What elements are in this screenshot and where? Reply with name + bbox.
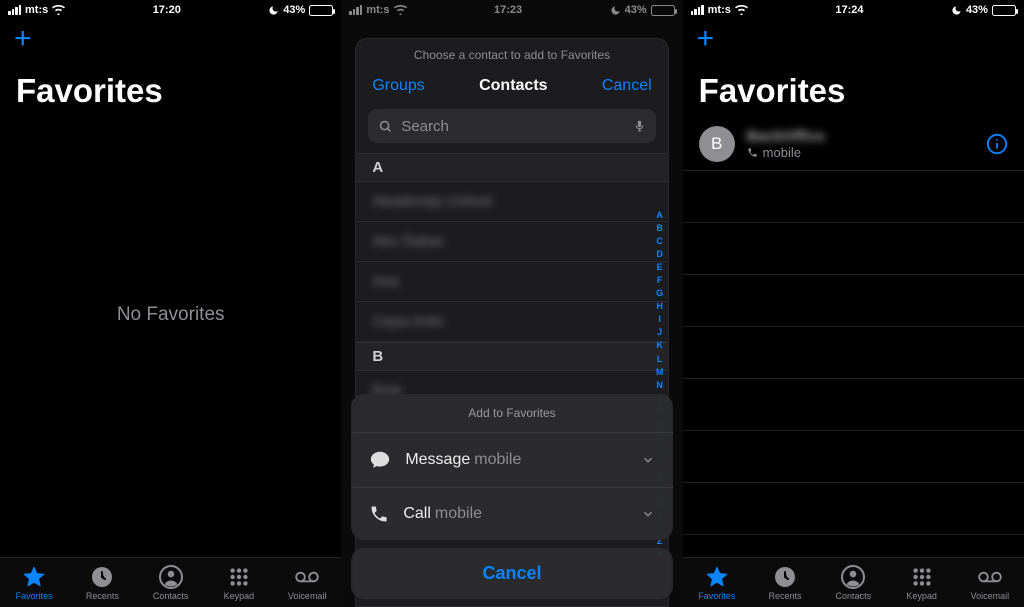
- phone-icon: [369, 504, 389, 524]
- action-sheet: Add to Favorites Messagemobile Callmobil…: [351, 394, 672, 599]
- action-message[interactable]: Messagemobile: [351, 433, 672, 488]
- signal-icon: [8, 5, 21, 15]
- tab-bar: Favorites Recents Contacts Keypad Voicem…: [0, 557, 341, 607]
- mic-icon[interactable]: [633, 117, 646, 135]
- tab-voicemail[interactable]: Voicemail: [273, 558, 341, 607]
- section-header-B: B: [356, 342, 667, 371]
- tab-label: Voicemail: [971, 591, 1010, 601]
- clock-icon: [772, 564, 798, 590]
- groups-button[interactable]: Groups: [372, 77, 424, 95]
- page-title: Favorites: [683, 58, 1024, 110]
- carrier-label: mt:s: [708, 4, 731, 16]
- avatar: B: [699, 126, 735, 162]
- tab-voicemail[interactable]: Voicemail: [956, 558, 1024, 607]
- contact-row[interactable]: Akademija Oxford: [356, 182, 667, 222]
- search-icon: [378, 119, 393, 134]
- empty-row: [683, 483, 1024, 535]
- signal-icon: [691, 5, 704, 15]
- screen-favorites-with-item: mt:s 17:24 43% + Favorites B BackOffice …: [683, 0, 1024, 607]
- tab-bar: Favorites Recents Contacts Keypad Voicem…: [683, 557, 1024, 607]
- tab-label: Contacts: [836, 591, 872, 601]
- contact-row[interactable]: Ana: [356, 262, 667, 302]
- contact-row[interactable]: Ako Šabac: [356, 222, 667, 262]
- action-label: Message: [405, 451, 470, 468]
- empty-row: [683, 431, 1024, 483]
- moon-icon: [268, 5, 279, 16]
- screen-contact-picker: mt:s 17:23 43% Choose a contact to add t…: [341, 0, 682, 607]
- action-sheet-title: Add to Favorites: [351, 394, 672, 433]
- screen-favorites-empty: mt:s 17:20 43% + Favorites No Favorites …: [0, 0, 341, 607]
- search-field[interactable]: [368, 109, 655, 143]
- tab-contacts[interactable]: Contacts: [819, 558, 887, 607]
- empty-row: [683, 327, 1024, 379]
- person-icon: [840, 564, 866, 590]
- clock-label: 17:20: [153, 4, 181, 16]
- action-sub: mobile: [435, 505, 482, 522]
- action-call[interactable]: Callmobile: [351, 488, 672, 540]
- sheet-subtitle: Choose a contact to add to Favorites: [356, 39, 667, 71]
- message-icon: [369, 449, 391, 471]
- battery-pct: 43%: [966, 4, 988, 16]
- carrier-label: mt:s: [25, 4, 48, 16]
- chevron-down-icon: [641, 453, 655, 467]
- empty-row: [683, 379, 1024, 431]
- star-icon: [21, 564, 47, 590]
- tab-label: Favorites: [698, 591, 735, 601]
- keypad-icon: [909, 564, 935, 590]
- empty-row: [683, 171, 1024, 223]
- tab-recents[interactable]: Recents: [68, 558, 136, 607]
- clock-label: 17:24: [835, 4, 863, 16]
- wifi-icon: [735, 5, 748, 15]
- keypad-icon: [226, 564, 252, 590]
- chevron-down-icon: [641, 507, 655, 521]
- status-bar: mt:s 17:24 43%: [683, 0, 1024, 20]
- moon-icon: [951, 5, 962, 16]
- wifi-icon: [52, 5, 65, 15]
- clock-icon: [89, 564, 115, 590]
- action-sub: mobile: [474, 451, 521, 468]
- page-title: Favorites: [0, 58, 341, 110]
- search-input[interactable]: [401, 118, 624, 135]
- info-button[interactable]: [986, 133, 1008, 155]
- section-header-A: A: [356, 153, 667, 182]
- tab-favorites[interactable]: Favorites: [683, 558, 751, 607]
- tab-label: Voicemail: [288, 591, 327, 601]
- action-label: Call: [403, 505, 431, 522]
- star-icon: [704, 564, 730, 590]
- voicemail-icon: [294, 564, 320, 590]
- tab-label: Favorites: [16, 591, 53, 601]
- add-favorite-button[interactable]: +: [683, 20, 729, 58]
- empty-state-text: No Favorites: [0, 304, 341, 326]
- favorite-type: mobile: [763, 145, 801, 160]
- battery-icon: [309, 5, 333, 16]
- phone-icon: [747, 147, 758, 158]
- sheet-title: Contacts: [479, 77, 547, 95]
- action-sheet-cancel[interactable]: Cancel: [351, 548, 672, 599]
- tab-recents[interactable]: Recents: [751, 558, 819, 607]
- tab-label: Keypad: [224, 591, 255, 601]
- tab-label: Keypad: [906, 591, 937, 601]
- favorite-row[interactable]: B BackOffice mobile: [683, 118, 1024, 171]
- tab-label: Recents: [769, 591, 802, 601]
- battery-pct: 43%: [283, 4, 305, 16]
- tab-label: Recents: [86, 591, 119, 601]
- voicemail-icon: [977, 564, 1003, 590]
- tab-keypad[interactable]: Keypad: [205, 558, 273, 607]
- tab-keypad[interactable]: Keypad: [887, 558, 955, 607]
- empty-row: [683, 275, 1024, 327]
- person-icon: [158, 564, 184, 590]
- empty-row: [683, 223, 1024, 275]
- contact-row[interactable]: Cepa Antic: [356, 302, 667, 342]
- tab-label: Contacts: [153, 591, 189, 601]
- status-bar: mt:s 17:20 43%: [0, 0, 341, 20]
- sheet-cancel-button[interactable]: Cancel: [602, 77, 652, 95]
- tab-contacts[interactable]: Contacts: [137, 558, 205, 607]
- add-favorite-button[interactable]: +: [0, 20, 46, 58]
- battery-icon: [992, 5, 1016, 16]
- favorite-name: BackOffice: [747, 128, 825, 145]
- tab-favorites[interactable]: Favorites: [0, 558, 68, 607]
